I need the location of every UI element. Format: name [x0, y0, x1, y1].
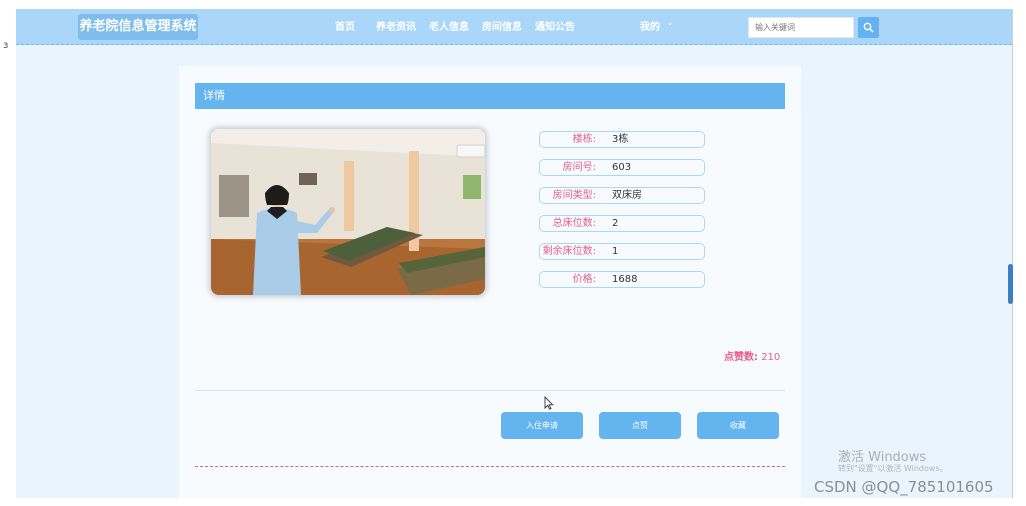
like-count-value: 210: [761, 352, 781, 363]
section-divider: [195, 390, 785, 391]
brand-title[interactable]: 养老院信息管理系统: [78, 14, 198, 40]
field-value: 1: [612, 246, 619, 257]
activation-subtitle: 转到"设置"以激活 Windows。: [838, 464, 948, 473]
field-value: 603: [612, 162, 632, 173]
field-label: 剩余床位数:: [542, 246, 596, 257]
detail-header: 详情: [195, 83, 785, 109]
room-photo: [211, 129, 485, 295]
field-label: 房间类型:: [552, 190, 596, 201]
top-nav: 养老院信息管理系统 首页 养老资讯 老人信息 房间信息 通知公告 我的 ˅: [16, 9, 1012, 45]
field-room-number: 房间号: 603: [539, 159, 705, 176]
window-edge: [1008, 9, 1026, 498]
mouse-cursor-icon: [544, 396, 554, 410]
field-value: 1688: [612, 274, 638, 285]
apply-checkin-button[interactable]: 入住申请: [501, 412, 583, 439]
field-value: 3栋: [612, 134, 629, 145]
like-count-label: 点赞数:: [724, 352, 758, 363]
dashed-separator: [195, 466, 785, 467]
user-menu-label: 我的: [640, 22, 660, 33]
field-label: 价格:: [572, 274, 596, 285]
field-label: 楼栋:: [572, 134, 596, 145]
csdn-credit: CSDN @QQ_785101605: [814, 478, 994, 496]
like-count: 点赞数: 210: [724, 348, 780, 363]
favorite-button[interactable]: 收藏: [697, 412, 779, 439]
window-border: [1012, 9, 1013, 498]
nav-news[interactable]: 养老资讯: [376, 9, 416, 44]
field-remaining-beds: 剩余床位数: 1: [539, 243, 705, 260]
search-input[interactable]: [748, 17, 854, 38]
scrollbar-thumb[interactable]: [1008, 264, 1013, 304]
search-icon: [863, 22, 874, 33]
field-total-beds: 总床位数: 2: [539, 215, 705, 232]
nav-user-menu[interactable]: 我的 ˅: [640, 9, 673, 44]
edge-glyph: ɜ: [3, 40, 9, 51]
nav-room-info[interactable]: 房间信息: [482, 9, 522, 44]
nav-elderly-info[interactable]: 老人信息: [429, 9, 469, 44]
field-value: 2: [612, 218, 619, 229]
bottom-strip: [16, 498, 1012, 506]
field-price: 价格: 1688: [539, 271, 705, 288]
detail-card: 详情 楼栋: 3栋 房间号: 603 房间类型: 双床房 总床位数: 2 剩余床…: [179, 66, 801, 498]
field-room-type: 房间类型: 双床房: [539, 187, 705, 204]
nav-notices[interactable]: 通知公告: [535, 9, 575, 44]
field-building: 楼栋: 3栋: [539, 131, 705, 148]
like-button[interactable]: 点赞: [599, 412, 681, 439]
chevron-down-icon: ˅: [668, 23, 673, 33]
search-button[interactable]: [858, 17, 879, 38]
nav-home[interactable]: 首页: [335, 9, 355, 44]
field-label: 总床位数:: [552, 218, 596, 229]
field-value: 双床房: [612, 190, 642, 201]
field-label: 房间号:: [562, 162, 596, 173]
